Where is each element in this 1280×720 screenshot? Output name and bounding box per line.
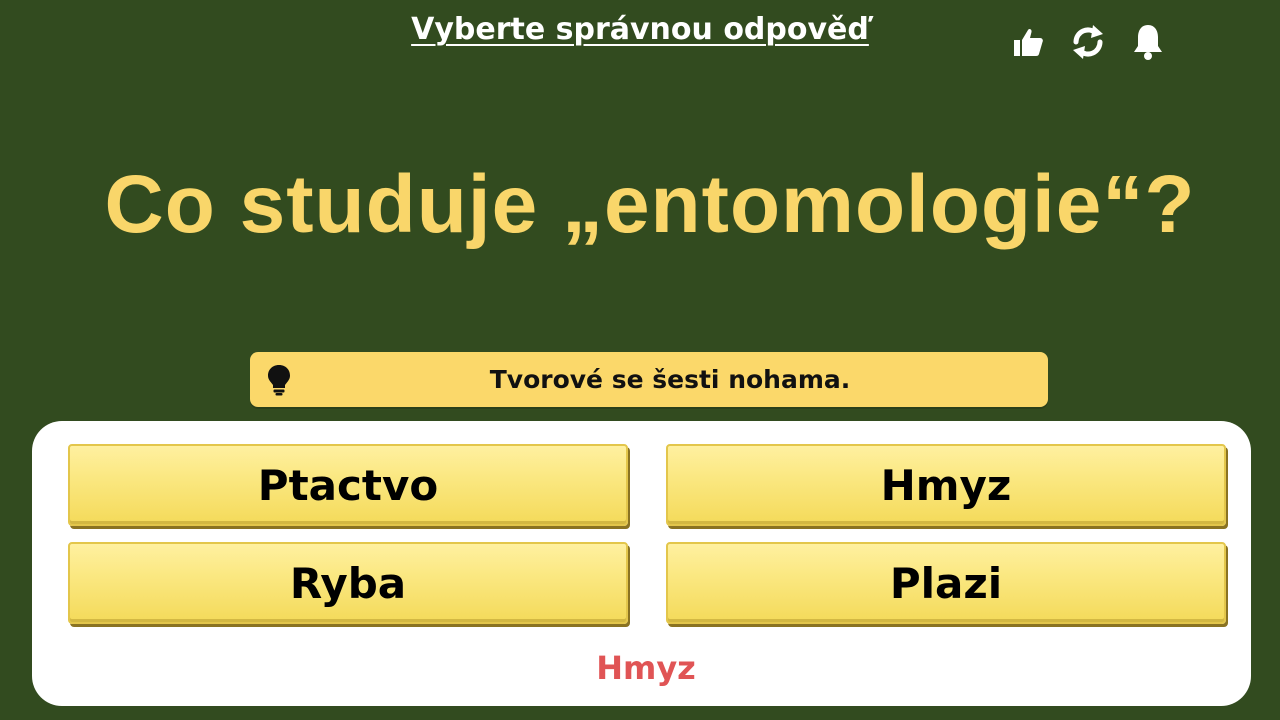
refresh-icon [1073,25,1103,59]
correct-answer-reveal: Hmyz [596,649,696,687]
refresh-button[interactable] [1068,20,1108,64]
bell-icon [1134,25,1162,60]
thumbs-up-icon [1014,28,1043,56]
notifications-button[interactable] [1128,20,1168,64]
answer-panel: Ptactvo Hmyz Ryba Plazi Hmyz [32,421,1251,706]
hint-bar: Tvorové se šesti nohama. [250,352,1048,407]
answer-button-d[interactable]: Plazi [666,542,1226,624]
answer-button-a[interactable]: Ptactvo [68,444,628,526]
toolbar [1008,20,1168,64]
like-button[interactable] [1008,20,1048,64]
answer-button-c[interactable]: Ryba [68,542,628,624]
answer-button-b[interactable]: Hmyz [666,444,1226,526]
hint-text: Tvorové se šesti nohama. [489,365,851,394]
question-text: Co studuje „entomologie“? [104,159,1196,250]
quiz-screen: Vyberte správnou odpověď Co studuje „ent… [0,0,1280,720]
